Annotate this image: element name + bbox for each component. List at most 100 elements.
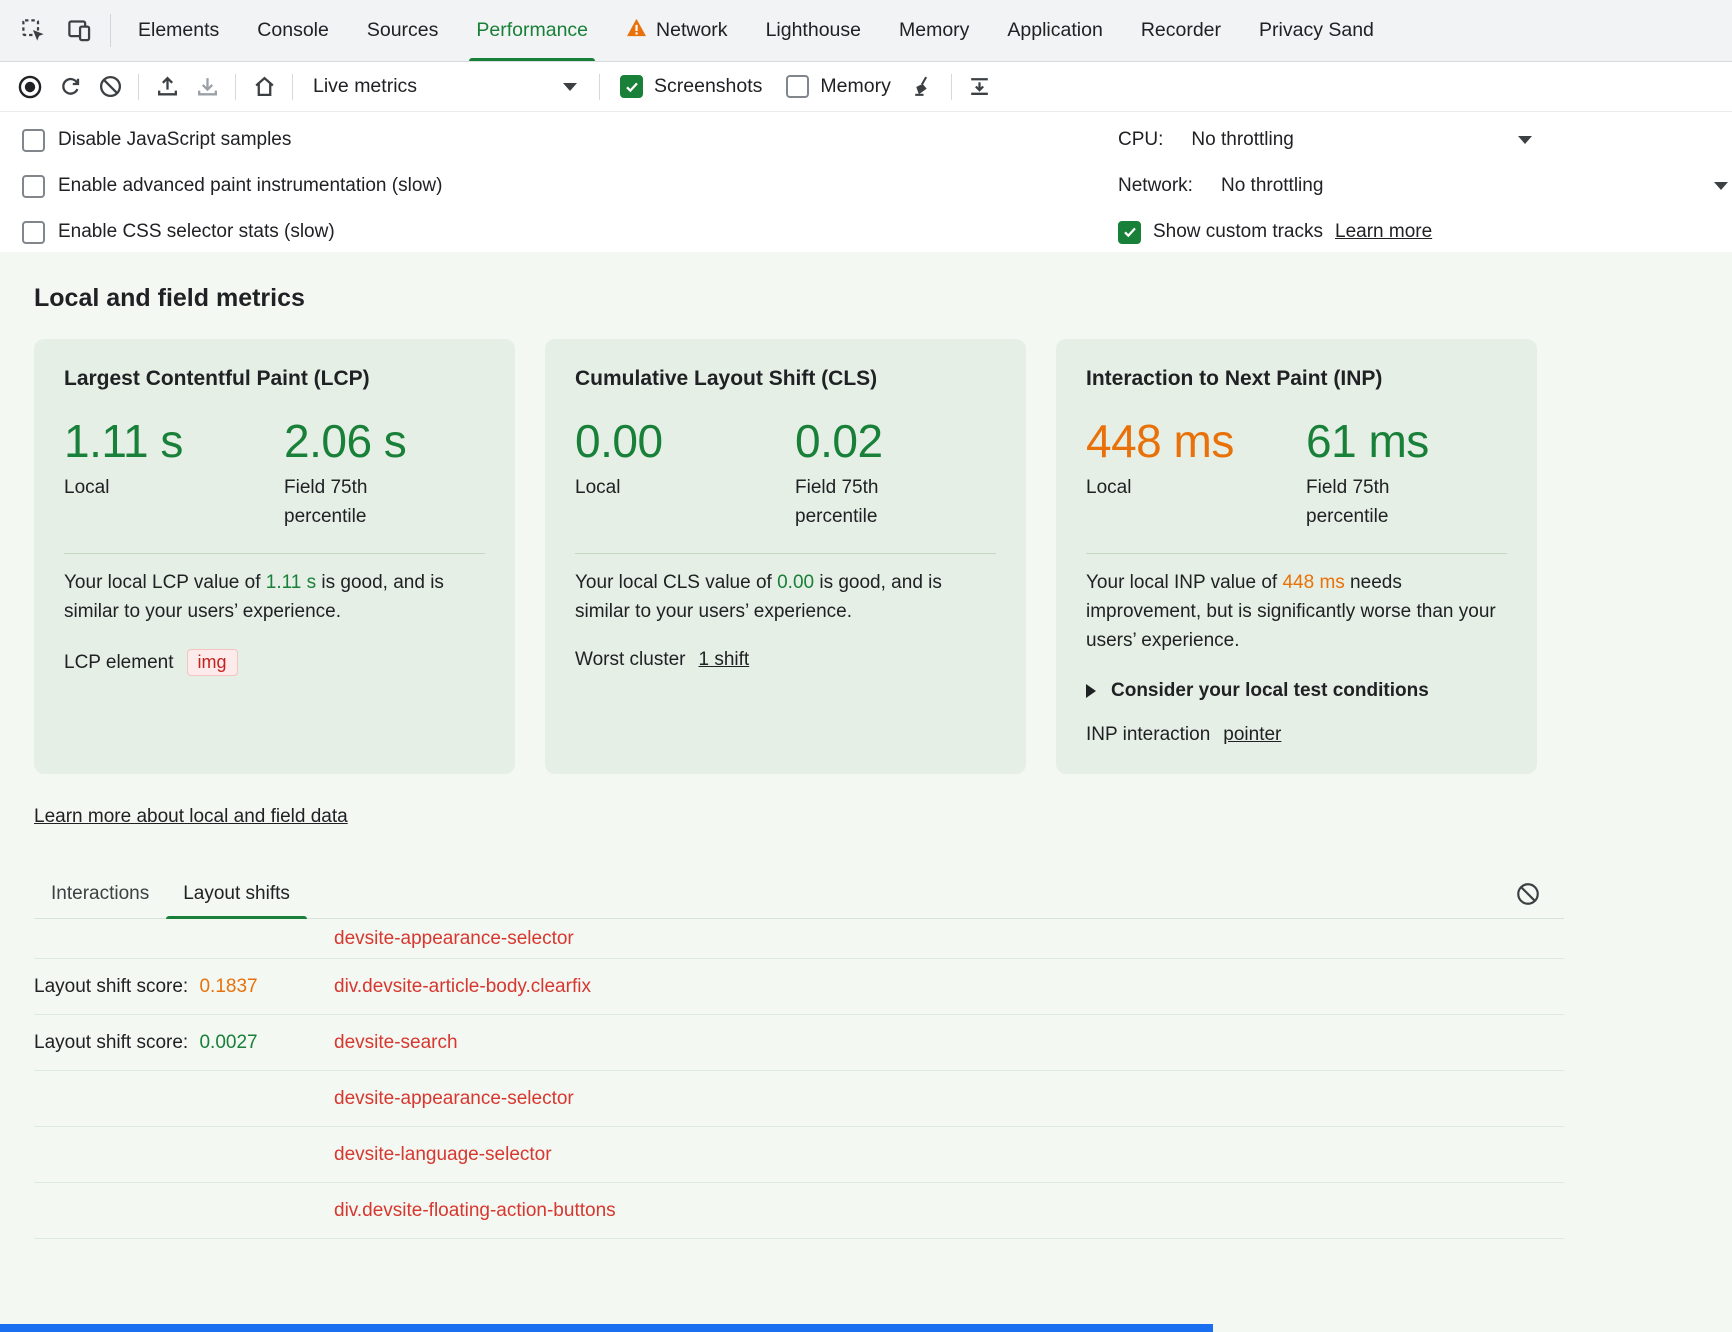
collect-garbage-icon[interactable] (903, 67, 943, 107)
inp-field-label: Field 75th percentile (1306, 474, 1471, 531)
lcp-description: Your local LCP value of 1.11 s is good, … (64, 569, 485, 627)
history-select-value: Live metrics (313, 75, 417, 98)
performance-toolbar: Live metrics Screenshots Memory (0, 62, 1732, 112)
divider (64, 553, 485, 554)
tab-memory[interactable]: Memory (880, 0, 988, 61)
shift-element-node-link[interactable]: devsite-search (334, 1032, 458, 1054)
shift-element-node-link[interactable]: devsite-appearance-selector (334, 928, 574, 950)
live-metrics-view: Local and field metrics Largest Contentf… (0, 252, 1732, 1332)
home-icon[interactable] (244, 67, 284, 107)
tab-sources[interactable]: Sources (348, 0, 458, 61)
cls-description: Your local CLS value of 0.00 is good, an… (575, 569, 996, 627)
divider (599, 74, 600, 100)
divider (1086, 553, 1507, 554)
reload-record-icon[interactable] (50, 67, 90, 107)
inp-interaction-link[interactable]: pointer (1223, 724, 1281, 746)
local-field-learn-more-link[interactable]: Learn more about local and field data (34, 806, 348, 828)
worst-cluster-link[interactable]: 1 shift (699, 649, 750, 671)
tab-interactions[interactable]: Interactions (34, 870, 166, 918)
network-throttling-row: Network: No throttling (1118, 163, 1732, 209)
inp-local-label: Local (1086, 474, 1251, 503)
save-profile-icon[interactable] (187, 67, 227, 107)
layout-shift-row: devsite-language-selector (34, 1127, 1564, 1183)
horizontal-scrollbar-thumb[interactable] (0, 1324, 1213, 1332)
inp-card-title: Interaction to Next Paint (INP) (1086, 367, 1507, 391)
lcp-local-label: Local (64, 474, 229, 503)
cls-local-label: Local (575, 474, 740, 503)
worst-cluster-label: Worst cluster (575, 649, 686, 671)
panel-tabs: Elements Console Sources Performance Net… (119, 0, 1393, 61)
metric-cards: Largest Contentful Paint (LCP) 1.11 s Lo… (34, 339, 1698, 774)
cls-local-value: 0.00 (575, 417, 795, 465)
capture-settings-pane: Disable JavaScript samples Enable advanc… (0, 112, 1732, 252)
disclosure-triangle-icon (1086, 684, 1096, 698)
inp-interaction-label: INP interaction (1086, 724, 1210, 746)
capture-settings-icon[interactable] (960, 67, 1000, 107)
shift-element-node-link[interactable]: devsite-appearance-selector (334, 1088, 574, 1110)
shift-element-node-link[interactable]: div.devsite-article-body.clearfix (334, 976, 591, 998)
inp-description: Your local INP value of 448 ms needs imp… (1086, 569, 1507, 656)
lcp-element-node-link[interactable]: img (187, 649, 238, 676)
cls-card-title: Cumulative Layout Shift (CLS) (575, 367, 996, 391)
tab-elements[interactable]: Elements (119, 0, 238, 61)
history-select[interactable]: Live metrics (301, 75, 591, 98)
lcp-field-label: Field 75th percentile (284, 474, 449, 531)
cls-field-value: 0.02 (795, 417, 1015, 465)
tab-application[interactable]: Application (988, 0, 1121, 61)
divider (110, 14, 111, 47)
advanced-paint-checkbox[interactable]: Enable advanced paint instrumentation (s… (22, 163, 442, 209)
screenshots-checkbox[interactable]: Screenshots (620, 75, 762, 98)
cpu-throttling-select[interactable]: No throttling (1191, 129, 1293, 151)
lcp-element-label: LCP element (64, 652, 174, 674)
checkbox-checked-icon[interactable] (1118, 221, 1141, 244)
live-metrics-log: Interactions Layout shifts devsite-appea… (34, 870, 1564, 1239)
tab-performance[interactable]: Performance (457, 0, 607, 61)
page-title: Local and field metrics (34, 252, 1698, 313)
checkbox-unchecked-icon (22, 175, 45, 198)
checkbox-unchecked-icon (786, 75, 809, 98)
score-label: Layout shift score: (34, 976, 188, 997)
divider (235, 74, 236, 100)
shift-element-node-link[interactable]: devsite-language-selector (334, 1144, 552, 1166)
chevron-down-icon[interactable] (1714, 182, 1728, 190)
tab-console[interactable]: Console (238, 0, 348, 61)
cls-field-label: Field 75th percentile (795, 474, 960, 531)
score-value: 0.1837 (199, 976, 257, 997)
shift-element-node-link[interactable]: div.devsite-floating-action-buttons (334, 1200, 616, 1222)
inp-field-value: 61 ms (1306, 417, 1526, 465)
css-selector-stats-checkbox[interactable]: Enable CSS selector stats (slow) (22, 209, 442, 255)
inp-card: Interaction to Next Paint (INP) 448 ms L… (1056, 339, 1537, 774)
layout-shift-row: div.devsite-floating-action-buttons (34, 1183, 1564, 1239)
tab-privacy-sandbox[interactable]: Privacy Sand (1240, 0, 1393, 61)
capture-options: Disable JavaScript samples Enable advanc… (0, 112, 442, 252)
tab-layout-shifts[interactable]: Layout shifts (166, 870, 307, 918)
devtools-tabbar: Elements Console Sources Performance Net… (0, 0, 1732, 62)
divider (292, 74, 293, 100)
lcp-local-value: 1.11 s (64, 417, 284, 465)
score-value: 0.0027 (199, 1032, 257, 1053)
memory-checkbox[interactable]: Memory (786, 75, 890, 98)
throttling-options: CPU: No throttling Network: No throttlin… (1118, 112, 1732, 252)
tab-recorder[interactable]: Recorder (1122, 0, 1240, 61)
checkbox-checked-icon (620, 75, 643, 98)
lcp-card-title: Largest Contentful Paint (LCP) (64, 367, 485, 391)
cls-card: Cumulative Layout Shift (CLS) 0.00 Local… (545, 339, 1026, 774)
custom-tracks-row: Show custom tracks Learn more (1118, 209, 1732, 255)
custom-tracks-label: Show custom tracks (1153, 221, 1323, 243)
local-test-conditions-disclosure[interactable]: Consider your local test conditions (1086, 680, 1507, 702)
warning-icon (626, 18, 647, 43)
chevron-down-icon[interactable] (1518, 136, 1532, 144)
record-icon[interactable] (10, 67, 50, 107)
clear-icon[interactable] (90, 67, 130, 107)
device-toolbar-icon[interactable] (56, 8, 102, 54)
tab-network[interactable]: Network (607, 0, 747, 61)
divider (951, 74, 952, 100)
clear-log-icon[interactable] (1510, 876, 1546, 912)
network-throttling-select[interactable]: No throttling (1221, 175, 1323, 197)
disable-js-samples-checkbox[interactable]: Disable JavaScript samples (22, 117, 442, 163)
load-profile-icon[interactable] (147, 67, 187, 107)
custom-tracks-learn-more-link[interactable]: Learn more (1335, 221, 1432, 243)
tab-lighthouse[interactable]: Lighthouse (747, 0, 880, 61)
divider (138, 74, 139, 100)
inspect-element-icon[interactable] (10, 8, 56, 54)
